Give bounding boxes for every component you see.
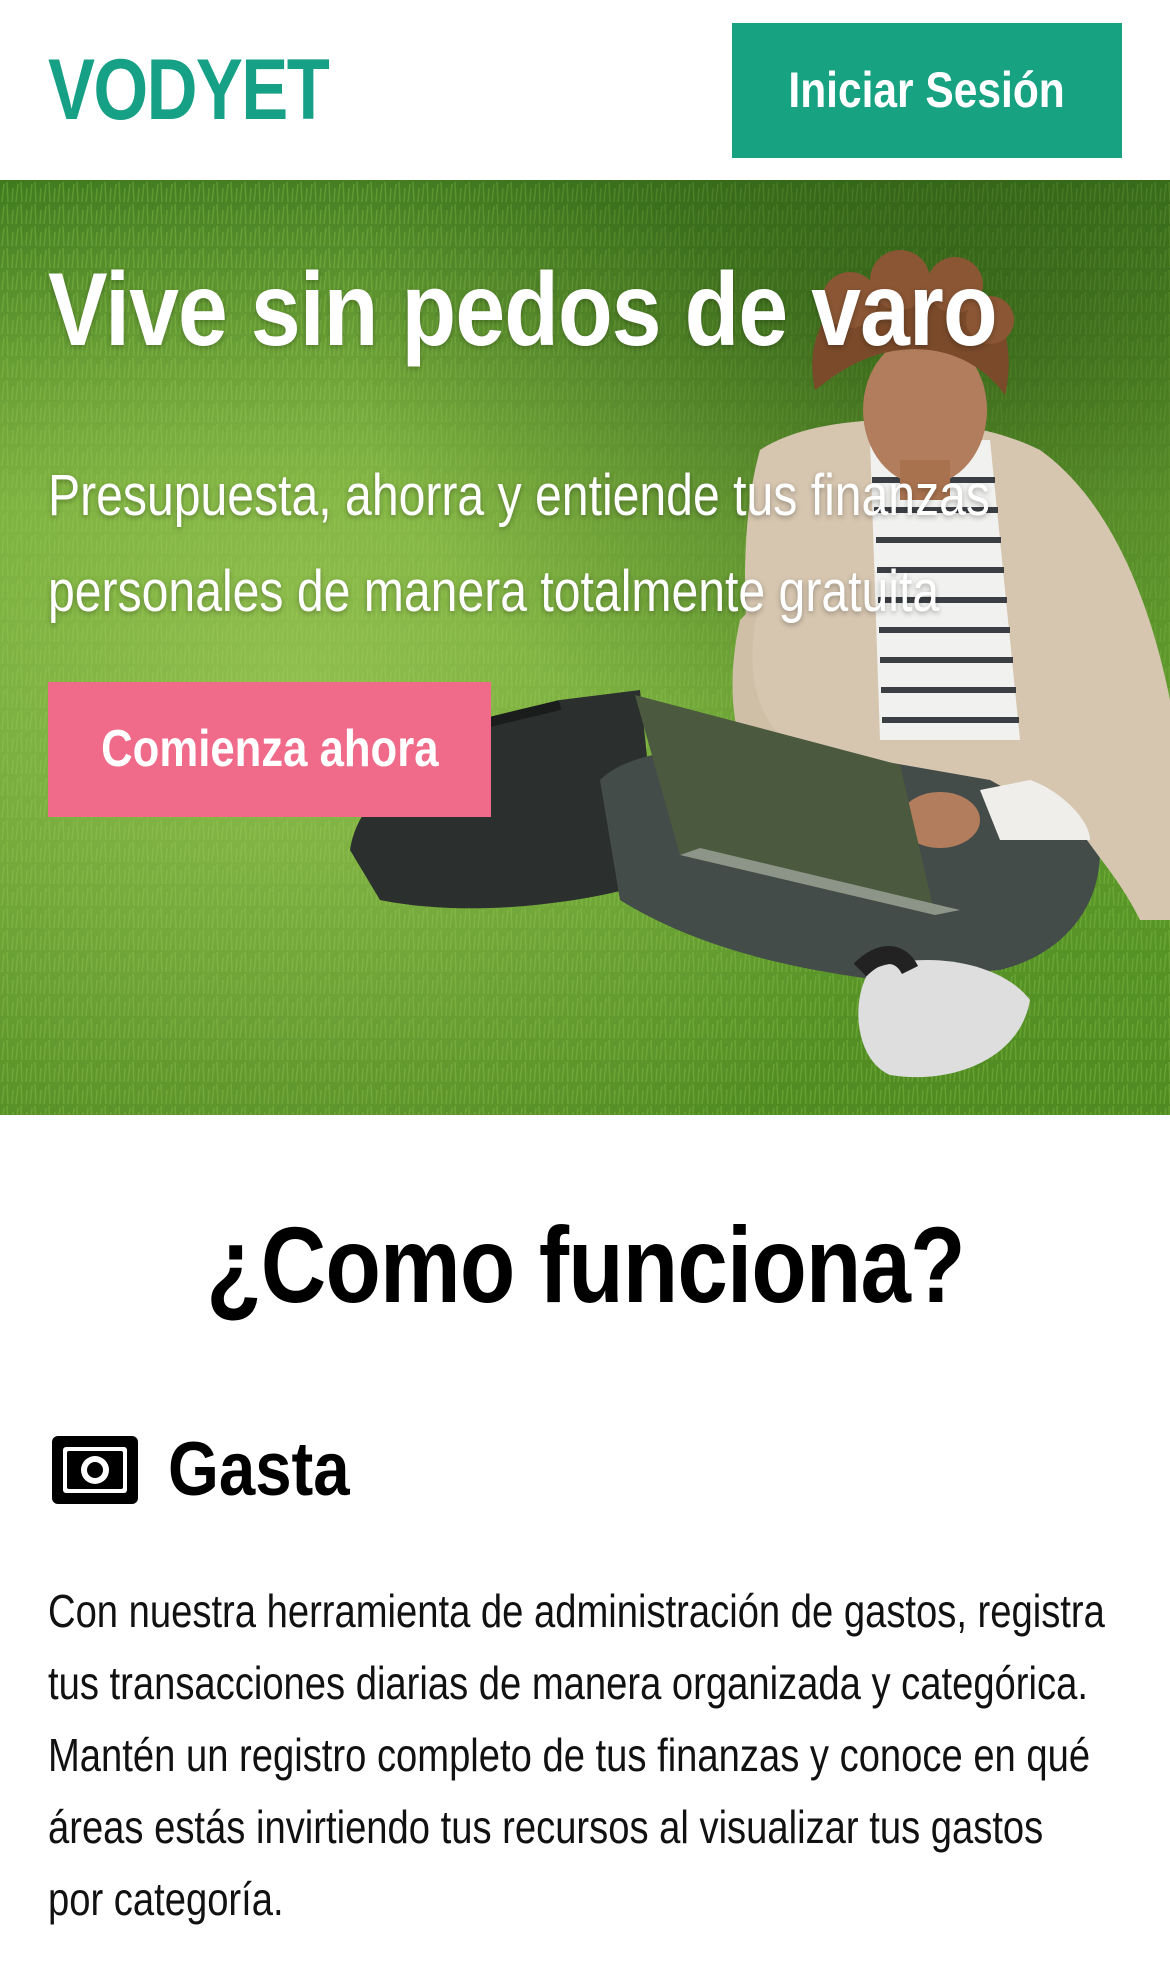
feature-title: Gasta	[168, 1427, 350, 1512]
site-header: VODYET Iniciar Sesión	[0, 0, 1170, 180]
feature-gasta-header: Gasta	[52, 1420, 379, 1520]
section-title-text: ¿Como funciona?	[205, 1204, 965, 1325]
hero-title: Vive sin pedos de varo	[48, 252, 998, 368]
brand-logo[interactable]: VODYET	[48, 40, 330, 140]
login-button-label: Iniciar Sesión	[788, 62, 1066, 118]
start-now-button-label: Comienza ahora	[100, 720, 439, 778]
landing-page: VODYET Iniciar Sesión Vive sin pedos de …	[0, 0, 1170, 1987]
section-title: ¿Como funciona?	[0, 1200, 1170, 1330]
hero-section: Vive sin pedos de varo Presupuesta, ahor…	[0, 180, 1170, 1115]
hero-subtitle: Presupuesta, ahorra y entiende tus finan…	[48, 463, 990, 624]
feature-description: Con nuestra herramienta de administració…	[48, 1585, 1105, 1925]
money-bill-icon	[52, 1436, 138, 1504]
start-now-button[interactable]: Comienza ahora	[48, 682, 491, 817]
login-button[interactable]: Iniciar Sesión	[732, 23, 1122, 158]
